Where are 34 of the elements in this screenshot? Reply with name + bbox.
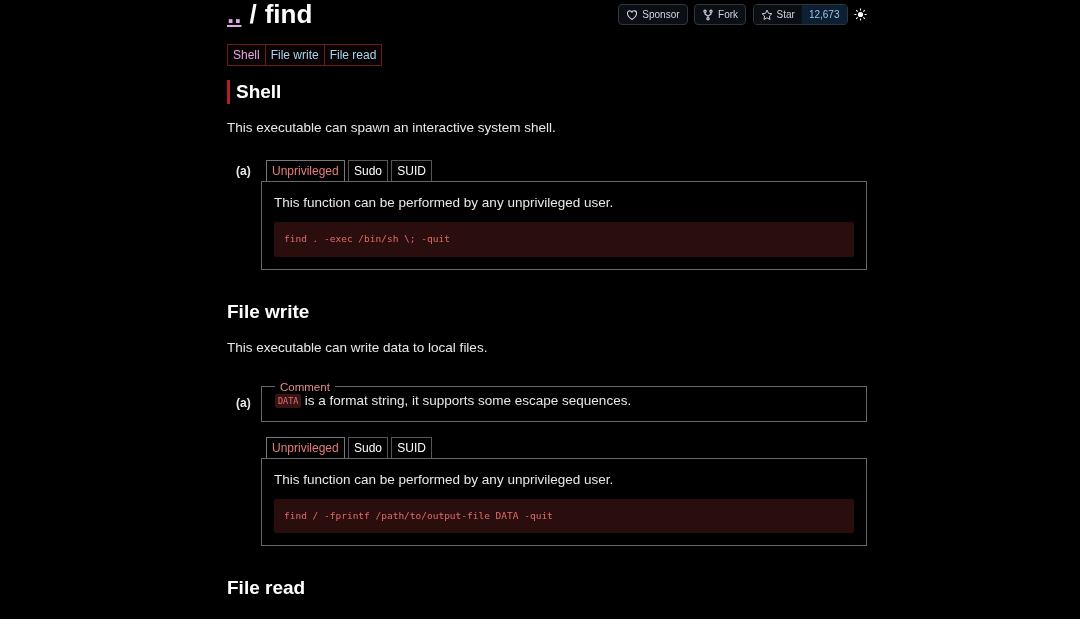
- star-button[interactable]: Star: [753, 5, 802, 24]
- tab[interactable]: SUID: [391, 437, 432, 458]
- section-description: This executable can write data to local files.: [227, 338, 489, 357]
- fork-icon: [702, 8, 715, 21]
- function-note: This function can be performed by any unprivileged user.: [274, 194, 615, 213]
- tab[interactable]: SUID: [391, 160, 432, 182]
- star-icon: [760, 8, 773, 21]
- section-heading: File write: [227, 299, 311, 324]
- tab[interactable]: Sudo: [347, 437, 388, 458]
- tab[interactable]: Sudo: [347, 160, 388, 182]
- example-label: (a): [235, 163, 252, 181]
- theme-toggle-icon[interactable]: [854, 8, 867, 21]
- star-count[interactable]: 12,673: [801, 5, 847, 24]
- heart-icon: [626, 8, 639, 21]
- title-separator: /: [249, 0, 257, 28]
- page-title: find: [264, 0, 313, 28]
- sponsor-button[interactable]: Sponsor: [618, 4, 688, 25]
- section-tag[interactable]: File write: [264, 44, 325, 66]
- section-heading: Shell: [227, 80, 867, 104]
- fork-button[interactable]: Fork: [694, 4, 747, 25]
- parent-link[interactable]: ..: [227, 0, 242, 28]
- section-description: This executable can spawn an interactive system shell.: [227, 119, 557, 137]
- code-block: find / -fprintf /path/to/output-file DATA -quit: [274, 499, 854, 534]
- code-block: find . -exec /bin/sh \; -quit: [274, 222, 854, 257]
- tab[interactable]: Unprivileged: [266, 160, 345, 182]
- example-label: (a): [235, 394, 252, 412]
- section-tag[interactable]: Shell: [227, 44, 266, 66]
- tab[interactable]: Unprivileged: [266, 437, 345, 458]
- comment-legend: Comment: [275, 379, 335, 394]
- inline-code: DATA: [275, 393, 302, 409]
- comment-text: is a format string, it supports some escape sequences.: [304, 391, 632, 410]
- function-note: This function can be performed by any unprivileged user.: [274, 471, 615, 489]
- section-tag[interactable]: File read: [323, 44, 383, 66]
- section-heading: File read: [227, 576, 307, 601]
